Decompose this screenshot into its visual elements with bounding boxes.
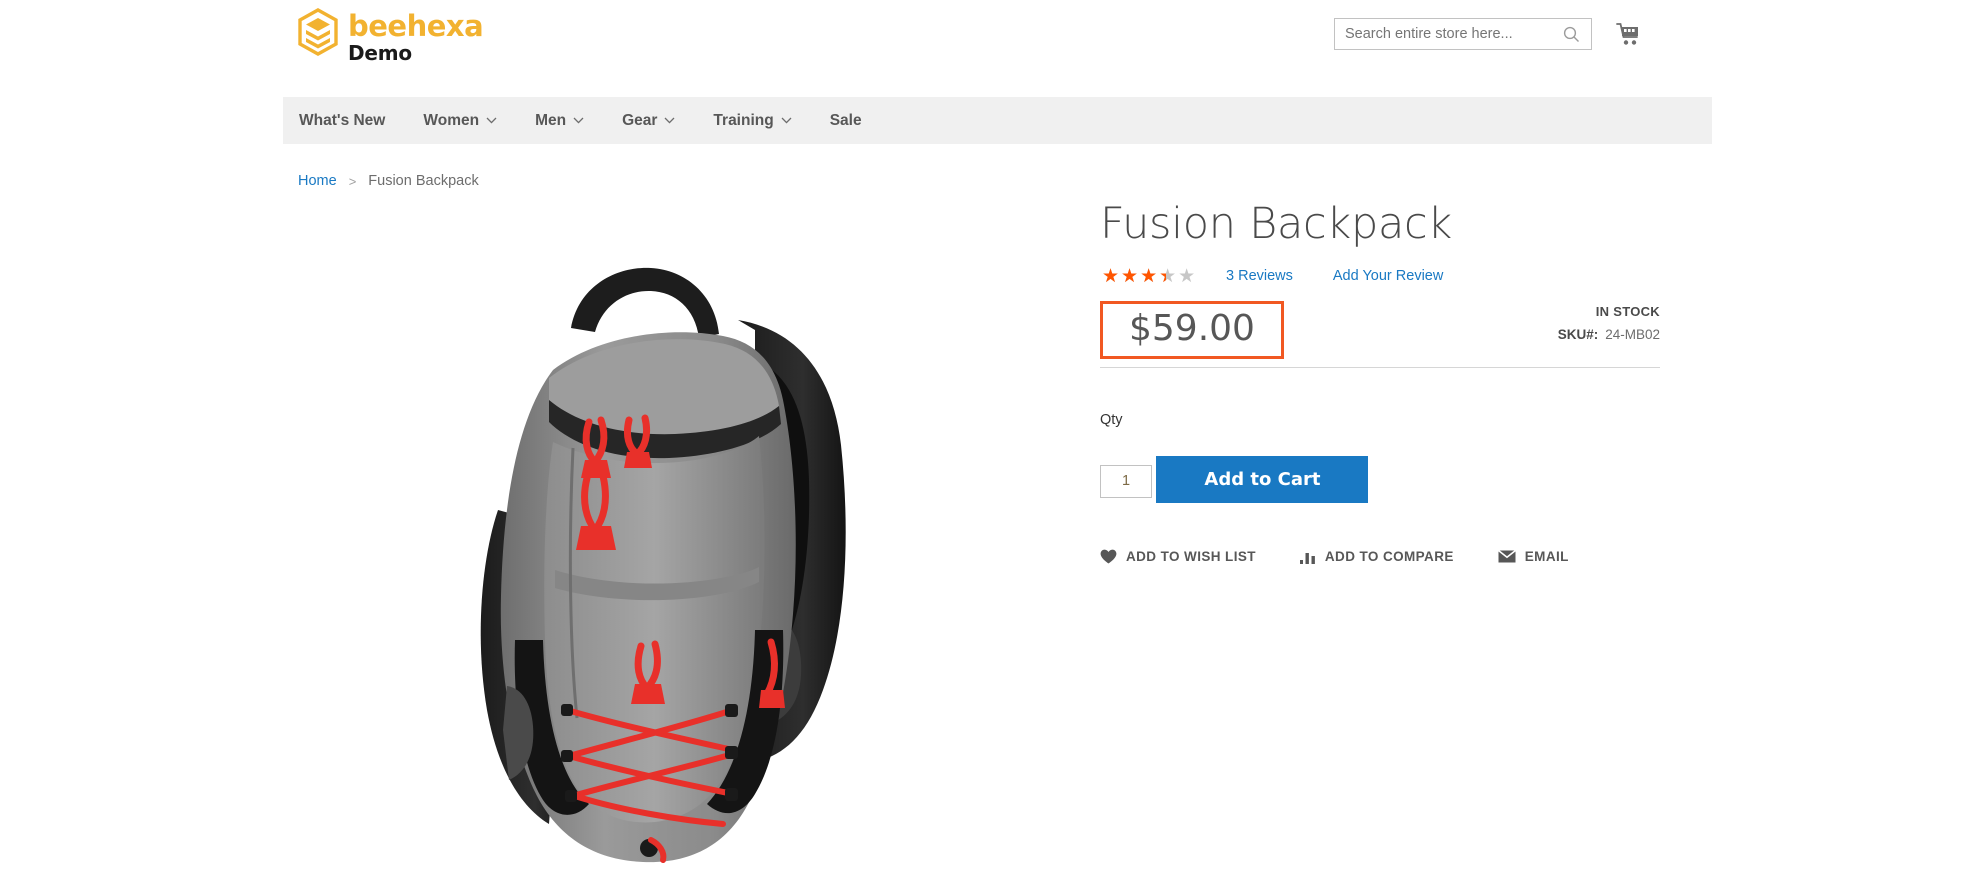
- action-label: EMAIL: [1524, 549, 1569, 565]
- nav-item-whats-new[interactable]: What's New: [283, 97, 404, 144]
- bar-chart-icon: [1299, 552, 1315, 564]
- chevron-down-icon: [486, 117, 497, 124]
- hexagon-layers-icon: [298, 8, 338, 56]
- chevron-down-icon: [781, 117, 792, 124]
- nav-item-label: Training: [713, 111, 774, 129]
- minicart-button[interactable]: [1612, 18, 1646, 50]
- logo-demo-label: Demo: [348, 41, 412, 65]
- breadcrumb-current: Fusion Backpack: [368, 173, 479, 189]
- site-logo[interactable]: beehexa Demo: [297, 8, 484, 65]
- email-link[interactable]: EMAIL: [1497, 549, 1569, 565]
- heart-icon: [1100, 550, 1117, 564]
- search-button[interactable]: [1553, 19, 1589, 49]
- star-rating-filled: ★★★★★: [1102, 266, 1166, 286]
- star-rating[interactable]: ★★★★★ ★★★★★: [1102, 266, 1195, 286]
- nav-item-label: Gear: [622, 111, 658, 129]
- price-row: $59.00 IN STOCK SKU#: 24-MB02: [1100, 301, 1660, 363]
- rating-summary: ★★★★★ ★★★★★ 3 Reviews Add Your Review: [1102, 265, 1660, 287]
- main-navigation: What's New Women Men Gear Training Sale: [283, 97, 1712, 144]
- product-social-links: ADD TO WISH LIST ADD TO COMPARE EMAIL: [1100, 549, 1660, 564]
- qty-label: Qty: [1100, 412, 1123, 429]
- nav-item-training[interactable]: Training: [694, 97, 810, 144]
- page-title: Fusion Backpack: [1100, 199, 1452, 249]
- breadcrumb: Home > Fusion Backpack: [298, 173, 479, 189]
- price-highlight-box: $59.00: [1100, 301, 1284, 360]
- sku-label: SKU#:: [1557, 327, 1599, 343]
- site-header: beehexa Demo: [0, 0, 1980, 72]
- envelope-icon: [1497, 550, 1516, 563]
- nav-item-men[interactable]: Men: [516, 97, 603, 144]
- add-to-wishlist-link[interactable]: ADD TO WISH LIST: [1100, 549, 1256, 564]
- backpack-illustration: [480, 267, 846, 863]
- quantity-stepper[interactable]: [1100, 464, 1152, 498]
- product-info: Fusion Backpack ★★★★★ ★★★★★ 3 Reviews Ad…: [1100, 199, 1660, 564]
- nav-item-sale[interactable]: Sale: [811, 97, 881, 144]
- stock-info: IN STOCK SKU#: 24-MB02: [1558, 304, 1660, 342]
- chevron-down-icon: [664, 117, 675, 124]
- breadcrumb-separator: >: [348, 173, 357, 189]
- status-badge: IN STOCK: [1595, 304, 1660, 320]
- reviews-count-link[interactable]: 3 Reviews: [1226, 268, 1293, 284]
- logo-wordmark: beehexa: [348, 9, 484, 43]
- breadcrumb-home-link[interactable]: Home: [298, 173, 337, 189]
- shopping-cart-icon: [1615, 22, 1638, 45]
- add-to-cart-button[interactable]: Add to Cart: [1156, 456, 1369, 504]
- divider: [1100, 367, 1660, 369]
- chevron-down-icon: [573, 117, 584, 124]
- product-detail-page: beehexa Demo Search entire store here...…: [0, 0, 1980, 889]
- sku-value: 24-MB02: [1605, 327, 1660, 343]
- action-label: ADD TO WISH LIST: [1126, 549, 1256, 565]
- action-label: ADD TO COMPARE: [1324, 549, 1454, 565]
- nav-item-gear[interactable]: Gear: [603, 97, 694, 144]
- search-icon: [1563, 26, 1579, 42]
- product-price: $59.00: [1129, 308, 1255, 350]
- sku-line: SKU#: 24-MB02: [1558, 327, 1660, 342]
- search-box[interactable]: [1334, 18, 1592, 50]
- nav-item-label: Men: [535, 111, 567, 129]
- add-to-compare-link[interactable]: ADD TO COMPARE: [1299, 549, 1454, 565]
- nav-item-women[interactable]: Women: [404, 97, 516, 144]
- nav-item-label: Sale: [829, 111, 862, 129]
- search-input[interactable]: [1335, 19, 1553, 49]
- nav-item-label: What's New: [299, 111, 386, 129]
- add-review-link[interactable]: Add Your Review: [1333, 268, 1443, 284]
- nav-item-label: Women: [423, 111, 480, 129]
- product-image[interactable]: [283, 200, 1083, 880]
